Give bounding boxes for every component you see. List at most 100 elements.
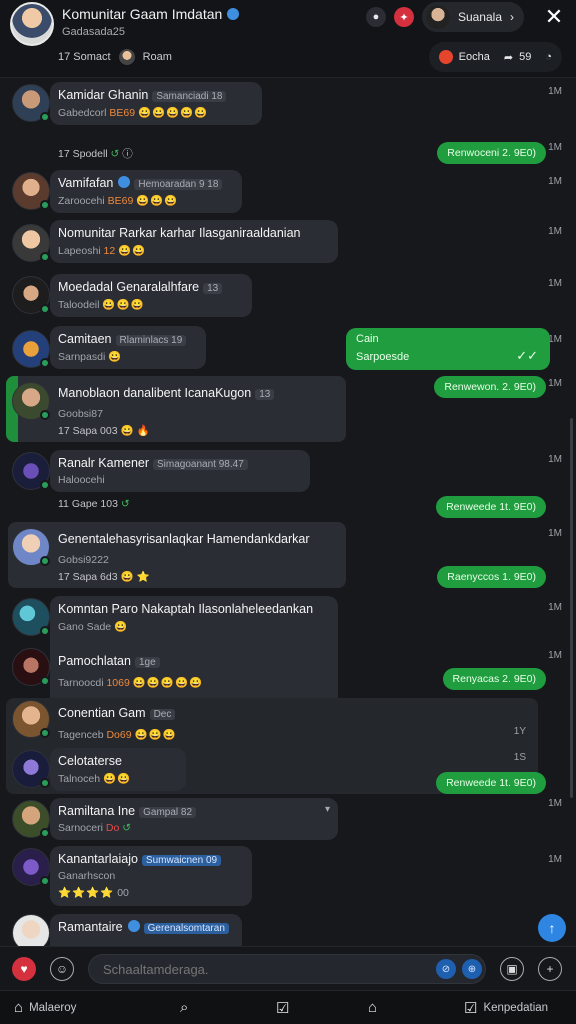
user-avatar (425, 5, 450, 29)
scrollbar[interactable] (570, 418, 573, 798)
sender-tag: Hemoaradan 9 18 (134, 179, 223, 190)
sender-handle: Sarnoceri (58, 822, 103, 834)
reaction-row[interactable]: ⭐⭐⭐⭐ (58, 887, 114, 899)
message-bubble[interactable]: Kamidar Ghanin Samanciadi 18 Gabedcorl BE… (50, 82, 262, 125)
message-bubble[interactable]: Komntan Paro Nakaptah Ilasonlaheleedanka… (50, 596, 338, 708)
message-bubble[interactable]: Moedadal Genaralalhfare 13 Taloodeil 😀😀😀 (50, 274, 252, 317)
avatar[interactable] (12, 172, 50, 210)
avatar[interactable] (12, 452, 50, 490)
message-bubble[interactable]: Ramiltana Ine Gampal 82 ▾ Sarnoceri Do ↺ (50, 798, 338, 840)
reply-icon[interactable]: ↺ (111, 148, 120, 160)
verified-icon (127, 920, 140, 932)
header-meta: 17 Somact Roam (58, 49, 172, 65)
message-bubble[interactable]: Vamifafan Hemoaradan 9 18 Zaroocehi BE69 … (50, 170, 242, 213)
add-icon[interactable]: + (538, 957, 562, 981)
online-dot (40, 626, 50, 636)
info-icon[interactable]: ⓘ (122, 148, 133, 160)
message-bubble[interactable]: Nomunitar Rarkar karhar Ilasganiraaldani… (50, 220, 338, 263)
profile-icon[interactable]: ● (365, 7, 386, 27)
outgoing-message[interactable]: Renyacas 2. 9E0) (442, 668, 546, 690)
nav-search[interactable]: ⌕ (180, 999, 188, 1016)
reaction-row[interactable]: 😀😀😀😀😀 (138, 107, 208, 119)
camera-icon[interactable]: ▣ (500, 957, 524, 981)
outgoing-message[interactable]: Renweede 1t. 9E0) (436, 772, 546, 794)
reaction-row[interactable]: 😀😀 (103, 773, 131, 785)
avatar[interactable] (12, 700, 50, 738)
avatar[interactable] (12, 848, 50, 886)
notification-icon[interactable]: ✦ (393, 7, 414, 27)
nav-profile[interactable]: ☑ Kenpedatian (464, 999, 548, 1017)
nav-home[interactable]: ⌂ Malaeroy (14, 999, 76, 1016)
nav-inbox[interactable]: ☑ (276, 999, 289, 1017)
online-dot (40, 304, 50, 314)
sender-name: Camitaen (58, 332, 112, 346)
clock-icon[interactable]: ◔ (545, 51, 552, 63)
sender-name: Conentian Gam (58, 706, 146, 720)
outgoing-message[interactable]: Renwewon. 2. 9E0) (434, 376, 546, 398)
avatar[interactable] (12, 914, 50, 946)
sender-name-row: Manoblaon danalibent IcanaKugon 13 (58, 386, 275, 400)
avatar[interactable] (12, 382, 50, 420)
sender-name: Vamifafan (58, 176, 114, 190)
outgoing-message[interactable]: Renwoceni 2. 9E0) (437, 142, 546, 164)
scroll-down-button[interactable]: ↑ (538, 914, 566, 942)
avatar[interactable] (12, 648, 50, 686)
message-bubble[interactable]: Ramantaire Gerenalsomtaran (50, 914, 242, 946)
avatar[interactable] (12, 224, 50, 262)
share-action[interactable]: ➦ 59 (504, 51, 531, 64)
avatar[interactable] (12, 800, 50, 838)
member-avatar[interactable] (118, 49, 135, 65)
reaction-action[interactable]: Eocha (438, 50, 490, 64)
sender-tag: Rlaminlacs 19 (115, 335, 187, 346)
message-bubble[interactable]: Ranalr Kamener Simagoanant 98.47 Halooceh… (50, 450, 310, 492)
avatar[interactable] (12, 528, 50, 566)
reply-icon[interactable]: ↺ (122, 822, 131, 834)
message-bubble[interactable]: Celotaterse Talnoceh 😀😀 (50, 748, 186, 791)
message-time: 1M (548, 378, 562, 389)
reaction-row[interactable]: 😀😀😀 (135, 729, 177, 741)
bell-icon: ⌂ (368, 999, 378, 1016)
message-input[interactable] (88, 954, 486, 984)
avatar[interactable] (12, 598, 50, 636)
avatar[interactable] (12, 330, 50, 368)
message-feed[interactable]: 1M Kamidar Ghanin Samanciadi 18 Gabedcorl… (0, 78, 576, 946)
reply-icon[interactable]: ↺ (121, 498, 130, 510)
online-dot (40, 876, 50, 886)
outgoing-message[interactable]: Raenyccos 1. 9E0) (437, 566, 546, 588)
reaction-row[interactable]: 😀 (108, 351, 122, 363)
message-meta: 17 Sapa 6d3 😀 ⭐ (58, 571, 150, 583)
avatar[interactable] (12, 750, 50, 788)
message-time: 1M (548, 142, 562, 153)
outgoing-message[interactable]: Renweede 1t. 9E0) (436, 496, 546, 518)
meta-date: 11 Gape 103 (58, 498, 118, 510)
reaction-row[interactable]: 😀😀😀 (136, 195, 178, 207)
sender-handle: Tagenceb (58, 729, 104, 741)
attach-icon[interactable]: ⊕ (462, 959, 482, 979)
sender-handle: Tarnoocdi (58, 677, 104, 689)
sender-handle: Gobsi9222 (58, 554, 109, 566)
close-icon[interactable]: ✕ (532, 2, 576, 32)
message-bubble[interactable]: Camitaen Rlaminlacs 19 Sarnpasdi 😀 (50, 326, 206, 369)
sticker-icon[interactable]: ♥ (12, 957, 36, 981)
user-chip[interactable]: Suanala › (421, 2, 524, 32)
sender-handle: Sarnpasdi (58, 351, 106, 363)
reaction-row[interactable]: 😀😀 (118, 245, 146, 257)
gif-icon[interactable]: ⊘ (436, 959, 456, 979)
message-bubble[interactable]: Kanantarlaiajo Sumwaicnen 09 Ganarhscon ⭐… (50, 846, 252, 906)
chevron-down-icon[interactable]: ▾ (325, 804, 330, 815)
avatar[interactable] (12, 276, 50, 314)
emoji-icon[interactable]: ☺ (50, 957, 74, 981)
nav-notifications[interactable]: ⌂ (368, 999, 377, 1016)
meta-date: 17 Spodell (58, 148, 108, 160)
nav-home-label: Malaeroy (29, 1001, 77, 1014)
message-time: 1M (548, 86, 562, 97)
online-dot (40, 200, 50, 210)
reaction-row[interactable]: 😀😀😀 (102, 299, 144, 311)
avatar[interactable] (12, 84, 50, 122)
group-avatar[interactable] (10, 2, 54, 46)
outgoing-message-card[interactable]: Cain Sarpoesde ✓✓ (346, 328, 550, 370)
group-title[interactable]: Komunitar Gaam Imdatan (62, 6, 240, 22)
reaction-row[interactable]: 😀 (114, 621, 128, 633)
reaction-row[interactable]: 😀😀😀😀😀 (133, 677, 203, 689)
sender-tag: Gampal 82 (139, 807, 197, 818)
